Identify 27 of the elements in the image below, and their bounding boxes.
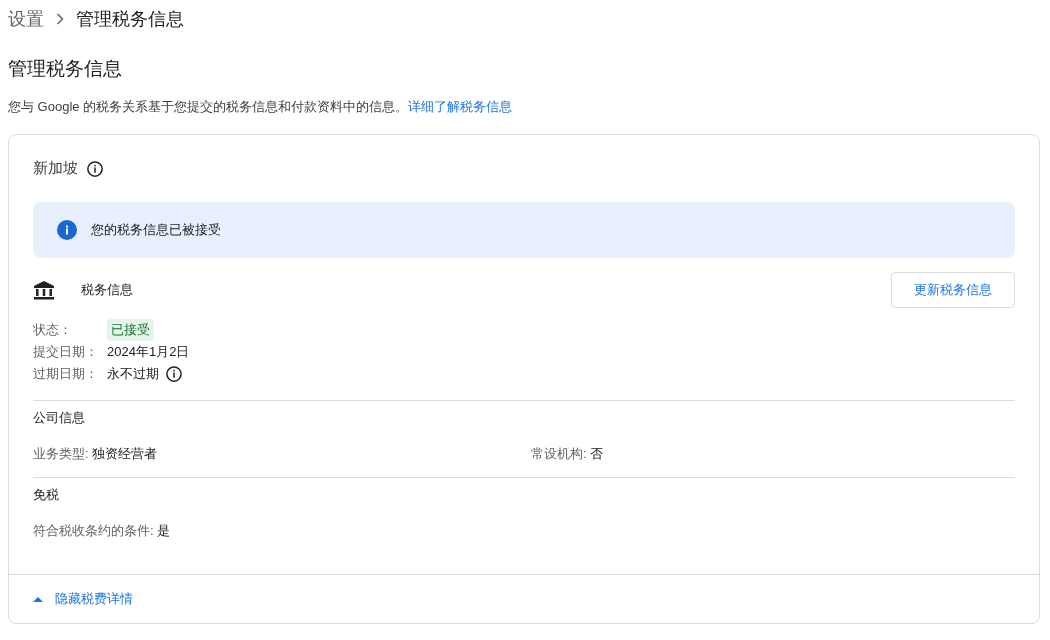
detail-label: 提交日期： bbox=[33, 343, 99, 361]
detail-label: 过期日期： bbox=[33, 365, 99, 383]
detail-value: 永不过期 bbox=[107, 365, 159, 383]
page-title: 管理税务信息 bbox=[8, 57, 123, 81]
update-button[interactable]: 更新税务信息 bbox=[891, 272, 1015, 308]
field-text: 业务类型: 独资经营者 bbox=[33, 445, 159, 463]
hide-details-link[interactable]: 隐藏税费详情 bbox=[33, 590, 133, 608]
section-title: 税务信息 bbox=[81, 281, 133, 299]
detail-label: 状态： bbox=[33, 321, 73, 339]
country-label: 新加坡 bbox=[33, 159, 78, 178]
notice-text: 您的税务信息已被接受 bbox=[91, 221, 221, 239]
description-text: 您与 Google 的税务关系基于您提交的税务信息和付款资料中的信息。详细了解税务信息 bbox=[8, 98, 514, 116]
learn-more-link[interactable]: 详细了解税务信息 bbox=[408, 99, 513, 114]
group-title: 公司信息 bbox=[33, 409, 86, 427]
info-icon[interactable] bbox=[165, 365, 183, 383]
group-title: 免税 bbox=[33, 486, 60, 504]
breadcrumb-item: 管理税务信息 bbox=[76, 8, 184, 31]
chevron-icon bbox=[56, 13, 64, 25]
field-text: 符合税收条约的条件: 是 bbox=[33, 522, 172, 540]
info-icon bbox=[57, 220, 77, 240]
detail-value: 2024年1月2日 bbox=[107, 343, 190, 361]
caret-icon bbox=[33, 596, 43, 602]
field-text: 常设机构: 否 bbox=[531, 445, 605, 463]
info-icon[interactable] bbox=[86, 159, 104, 178]
breadcrumb-item[interactable]: 设置 bbox=[8, 7, 44, 31]
status-badge: 已接受 bbox=[107, 319, 154, 341]
bank-icon bbox=[33, 280, 55, 300]
